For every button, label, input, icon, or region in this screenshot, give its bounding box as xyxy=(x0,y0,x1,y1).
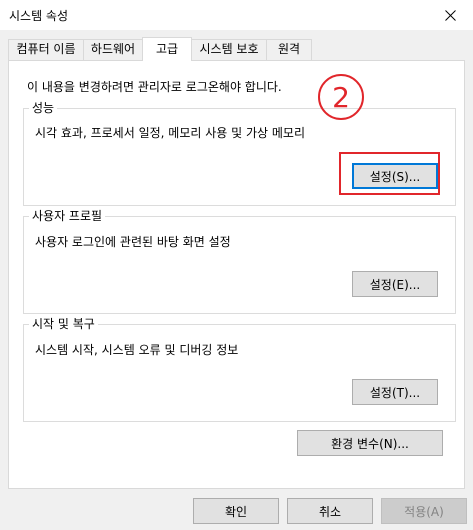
close-icon xyxy=(444,9,456,21)
startup-recovery-description: 시스템 시작, 시스템 오류 및 디버깅 정보 xyxy=(35,343,239,357)
admin-notice: 이 내용을 변경하려면 관리자로 로그온해야 합니다. xyxy=(27,80,282,94)
tab-advanced[interactable]: 고급 xyxy=(142,37,192,61)
tab-system-protection[interactable]: 시스템 보호 xyxy=(191,39,267,60)
annotation-highlight-box xyxy=(339,152,440,195)
apply-button[interactable]: 적용(A) xyxy=(381,498,467,524)
user-profiles-description: 사용자 로그인에 관련된 바탕 화면 설정 xyxy=(35,235,231,249)
advanced-tab-panel: 이 내용을 변경하려면 관리자로 로그온해야 합니다. 성능 시각 효과, 프로… xyxy=(8,60,465,489)
tab-computer-name[interactable]: 컴퓨터 이름 xyxy=(8,39,84,60)
user-profiles-group-title: 사용자 프로필 xyxy=(29,209,106,223)
performance-description: 시각 효과, 프로세서 일정, 메모리 사용 및 가상 메모리 xyxy=(35,126,305,140)
startup-recovery-group: 시작 및 복구 시스템 시작, 시스템 오류 및 디버깅 정보 설정(T)... xyxy=(23,317,456,422)
startup-recovery-settings-button[interactable]: 설정(T)... xyxy=(352,379,438,405)
ok-button[interactable]: 확인 xyxy=(193,498,279,524)
tab-hardware[interactable]: 하드웨어 xyxy=(83,39,143,60)
window-title: 시스템 속성 xyxy=(9,9,69,23)
tab-remote[interactable]: 원격 xyxy=(266,39,312,60)
user-profiles-settings-button[interactable]: 설정(E)... xyxy=(352,271,438,297)
startup-recovery-group-title: 시작 및 복구 xyxy=(29,317,98,331)
annotation-number-badge: 2 xyxy=(318,74,364,120)
user-profiles-group: 사용자 프로필 사용자 로그인에 관련된 바탕 화면 설정 설정(E)... xyxy=(23,209,456,314)
title-bar[interactable]: 시스템 속성 xyxy=(0,0,473,30)
performance-group-title: 성능 xyxy=(29,101,58,115)
close-button[interactable] xyxy=(427,0,473,30)
system-properties-window: 시스템 속성 컴퓨터 이름 하드웨어 고급 시스템 보호 원격 이 내용을 변경… xyxy=(0,0,473,530)
environment-variables-button[interactable]: 환경 변수(N)... xyxy=(297,430,443,456)
cancel-button[interactable]: 취소 xyxy=(287,498,373,524)
